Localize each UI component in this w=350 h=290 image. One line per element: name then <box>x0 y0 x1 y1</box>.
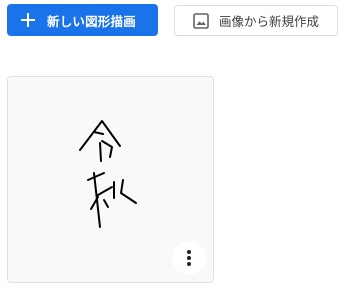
plus-icon <box>21 13 35 27</box>
image-icon <box>193 12 209 29</box>
new-from-image-button[interactable]: 画像から新規作成 <box>174 5 338 36</box>
new-drawing-label: 新しい図形描画 <box>47 13 136 29</box>
drawing-card[interactable] <box>7 76 214 283</box>
new-drawing-button[interactable]: 新しい図形描画 <box>7 4 158 36</box>
more-options-button[interactable] <box>172 241 206 275</box>
toolbar: 新しい図形描画 画像から新規作成 <box>7 4 340 37</box>
new-from-image-label: 画像から新規作成 <box>219 14 320 29</box>
more-vert-icon <box>187 250 191 266</box>
